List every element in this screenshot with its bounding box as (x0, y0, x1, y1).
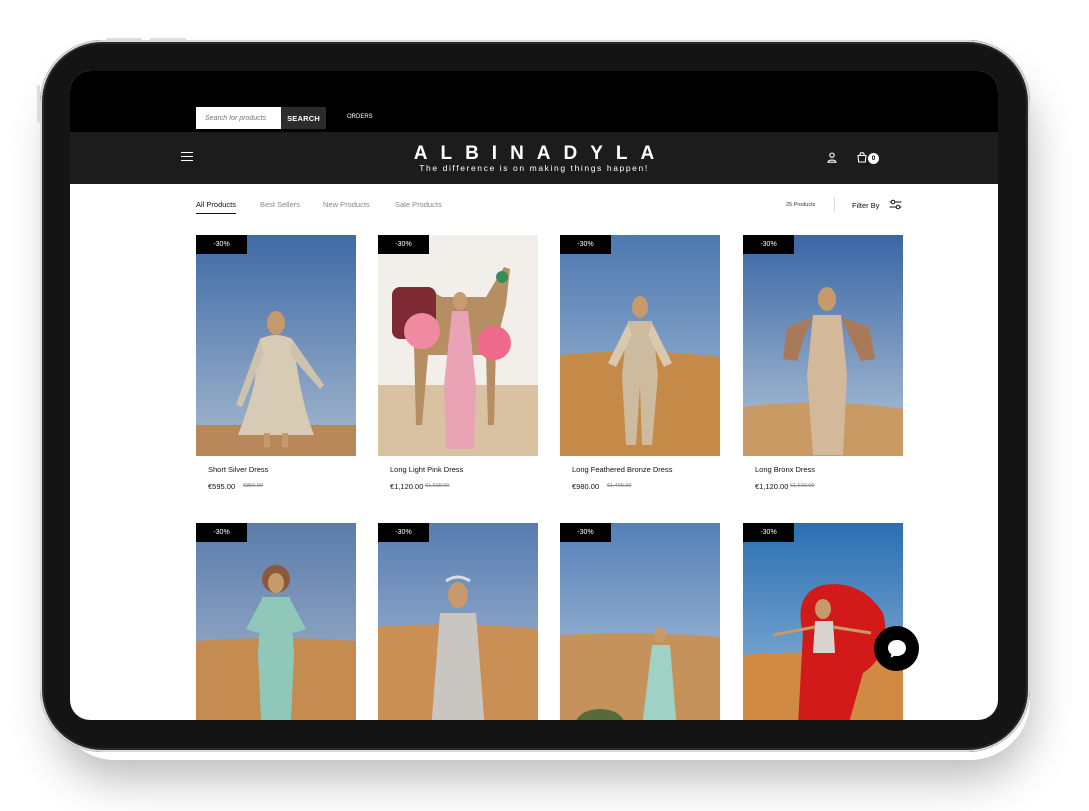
product-name[interactable]: Long Bronx Dress (755, 465, 815, 474)
brand-tagline: The difference is on making things happe… (419, 163, 649, 173)
hamburger-menu-icon[interactable] (181, 152, 193, 161)
product-image[interactable] (378, 235, 538, 456)
tablet-side-button (37, 85, 40, 123)
product-count: 25 Products (786, 202, 816, 208)
product-price: €980.00 (572, 482, 600, 491)
discount-badge: -30% (196, 523, 247, 542)
sliders-icon[interactable] (889, 199, 902, 210)
orders-link[interactable]: ORDERS (347, 114, 373, 120)
browser-screen: SEARCH ORDERS ALBINADYLA The difference … (70, 71, 998, 720)
top-bar: SEARCH ORDERS (70, 71, 998, 132)
filter-by-button[interactable]: Filter By (852, 201, 880, 210)
shopping-bag-icon[interactable] (856, 151, 868, 163)
discount-badge: -30% (560, 523, 611, 542)
discount-badge: -30% (743, 235, 794, 254)
search-button[interactable]: SEARCH (281, 107, 326, 129)
search-input[interactable] (196, 107, 289, 129)
cart-count-badge: 0 (868, 153, 879, 164)
product-image[interactable] (196, 235, 356, 456)
discount-badge: -30% (378, 523, 429, 542)
tab-best-sellers[interactable]: Best Sellers (260, 200, 300, 209)
discount-badge: -30% (196, 235, 247, 254)
chat-bubble-icon (887, 639, 906, 658)
tab-all-products[interactable]: All Products (196, 200, 237, 214)
product-name[interactable]: Long Light Pink Dress (390, 465, 463, 474)
product-old-price: €1,400.00 (607, 483, 632, 489)
product-image[interactable] (560, 523, 720, 720)
tablet-top-button (150, 38, 186, 41)
tab-sale-products[interactable]: Sale Products (395, 200, 442, 209)
divider (834, 198, 835, 212)
product-price: €1,120.00 (390, 482, 424, 491)
product-image[interactable] (743, 235, 903, 456)
brand-logo[interactable]: ALBINADYLA (370, 143, 698, 165)
product-image[interactable] (560, 235, 720, 456)
discount-badge: -30% (560, 235, 611, 254)
product-old-price: €1,600.00 (790, 483, 815, 489)
chat-button[interactable] (874, 626, 919, 671)
product-old-price: €850.00 (243, 483, 263, 489)
product-name[interactable]: Long Feathered Bronze Dress (572, 465, 672, 474)
product-image[interactable] (743, 523, 903, 720)
tab-new-products[interactable]: New Products (323, 200, 370, 209)
product-name[interactable]: Short Silver Dress (208, 465, 268, 474)
main-header: ALBINADYLA The difference is on making t… (70, 132, 998, 184)
product-old-price: €1,600.00 (425, 483, 450, 489)
product-price: €1,120.00 (755, 482, 789, 491)
user-icon[interactable] (827, 152, 837, 163)
discount-badge: -30% (378, 235, 429, 254)
tablet-top-button (106, 38, 142, 41)
discount-badge: -30% (743, 523, 794, 542)
product-image[interactable] (378, 523, 538, 720)
product-price: €595.00 (208, 482, 236, 491)
product-image[interactable] (196, 523, 356, 720)
